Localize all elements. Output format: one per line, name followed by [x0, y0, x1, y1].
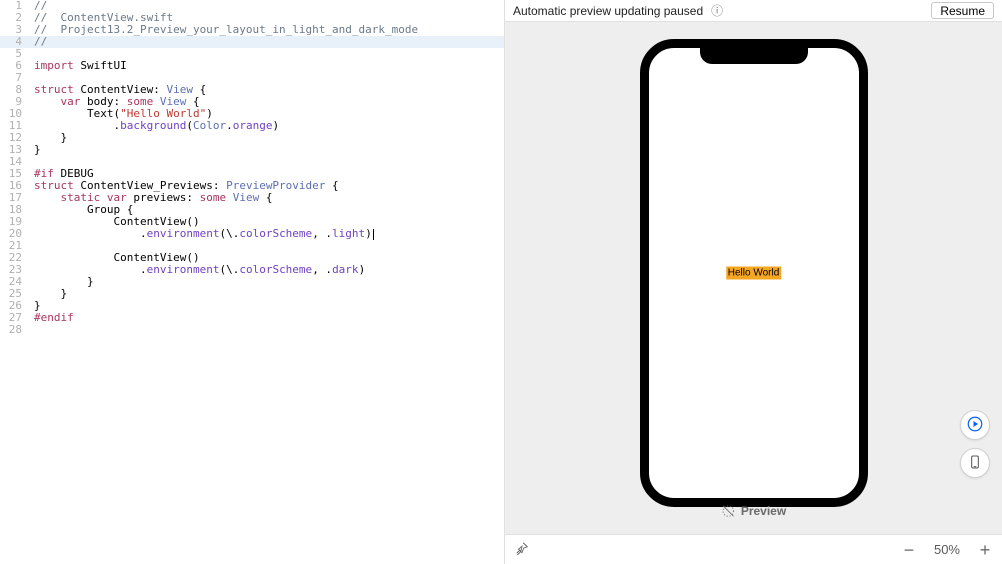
code-editor[interactable]: 1//2// ContentView.swift3// Project13.2_…: [0, 0, 505, 564]
code-line[interactable]: 25 }: [0, 288, 504, 300]
preview-canvas[interactable]: Hello World Preview: [505, 22, 1002, 534]
pin-icon[interactable]: [515, 541, 529, 558]
resume-button[interactable]: Resume: [931, 2, 994, 19]
resume-button-label: Resume: [940, 4, 985, 18]
line-number: 28: [0, 324, 30, 336]
code-line[interactable]: 11 .background(Color.orange): [0, 120, 504, 132]
xcode-window: 1//2// ContentView.swift3// Project13.2_…: [0, 0, 1002, 564]
preview-actions: [960, 410, 990, 478]
code-content[interactable]: // Project13.2_Preview_your_layout_in_li…: [30, 24, 418, 36]
preview-name-label: Preview: [721, 504, 786, 518]
code-content[interactable]: }: [30, 144, 41, 156]
code-line[interactable]: 24 }: [0, 276, 504, 288]
preview-device-button[interactable]: [960, 448, 990, 478]
preview-pane: Automatic preview updating paused ⓘ Resu…: [505, 0, 1002, 564]
code-line[interactable]: 13}: [0, 144, 504, 156]
code-content[interactable]: .environment(\.colorScheme, .light): [30, 228, 374, 240]
code-content[interactable]: //: [30, 36, 47, 48]
code-content[interactable]: import SwiftUI: [30, 60, 127, 72]
preview-header: Automatic preview updating paused ⓘ Resu…: [505, 0, 1002, 22]
info-icon[interactable]: ⓘ: [711, 2, 723, 19]
zoom-out-button[interactable]: −: [902, 541, 916, 559]
preview-footer: − 50% +: [505, 534, 1002, 564]
code-line[interactable]: 28: [0, 324, 504, 336]
code-content[interactable]: #endif: [30, 312, 74, 324]
app-text-label: Hello World: [726, 266, 782, 279]
text-cursor: [373, 229, 374, 240]
device-notch: [700, 46, 808, 64]
preview-status-text: Automatic preview updating paused: [513, 4, 703, 18]
code-content[interactable]: .background(Color.orange): [30, 120, 279, 132]
zoom-controls: − 50% +: [902, 541, 992, 559]
zoom-in-button[interactable]: +: [978, 541, 992, 559]
code-line[interactable]: 3// Project13.2_Preview_your_layout_in_l…: [0, 24, 504, 36]
zoom-level-label: 50%: [934, 542, 960, 557]
code-line[interactable]: 4//: [0, 36, 504, 48]
code-line[interactable]: 6import SwiftUI: [0, 60, 504, 72]
device-frame: Hello World: [640, 39, 868, 507]
code-line[interactable]: 12 }: [0, 132, 504, 144]
code-line[interactable]: 26}: [0, 300, 504, 312]
preview-name-text: Preview: [741, 504, 786, 518]
code-line[interactable]: 20 .environment(\.colorScheme, .light): [0, 228, 504, 240]
play-circle-icon: [966, 415, 984, 436]
device-icon: [967, 454, 983, 473]
live-preview-button[interactable]: [960, 410, 990, 440]
code-line[interactable]: 27#endif: [0, 312, 504, 324]
preview-setting-icon: [721, 504, 735, 518]
